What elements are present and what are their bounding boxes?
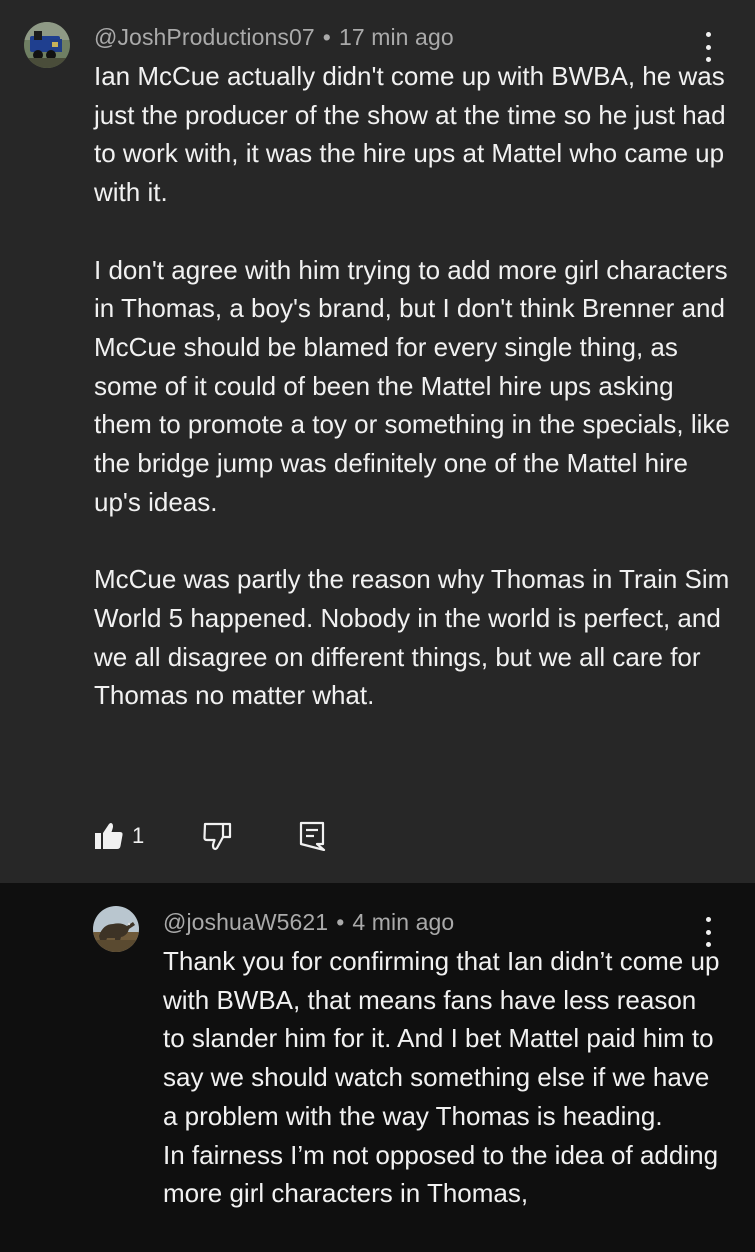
comment-timestamp: 17 min ago bbox=[338, 24, 454, 50]
avatar-image bbox=[93, 906, 139, 952]
thumbs-up-icon bbox=[95, 823, 123, 849]
thumbs-down-icon bbox=[203, 822, 232, 851]
dinosaur-avatar[interactable] bbox=[93, 906, 139, 952]
author-handle[interactable]: @JoshProductions07 bbox=[94, 24, 315, 50]
comments-page: @JoshProductions07 • 17 min ago Ian McCue … bbox=[0, 0, 755, 1252]
menu-dot bbox=[705, 44, 711, 50]
comment-action-bar: 1 bbox=[94, 818, 326, 854]
separator-dot: • bbox=[322, 24, 331, 50]
menu-dot bbox=[705, 929, 711, 935]
comment-timestamp: 4 min ago bbox=[352, 909, 455, 935]
like-count: 1 bbox=[132, 823, 145, 848]
author-handle[interactable]: @joshuaW5621 bbox=[163, 909, 328, 935]
comment-text: Ian McCue actually didn't come up with B… bbox=[94, 61, 730, 711]
dislike-button[interactable] bbox=[144, 821, 232, 851]
reply-button[interactable] bbox=[232, 821, 326, 851]
comment-header: @JoshProductions07 • 17 min ago bbox=[94, 24, 454, 51]
train-engine-avatar[interactable] bbox=[24, 22, 70, 68]
comment-text: Thank you for confirming that Ian didn’t… bbox=[163, 946, 720, 1209]
avatar-image bbox=[24, 22, 70, 68]
separator-dot: • bbox=[336, 909, 345, 935]
comment-header: @joshuaW5621 • 4 min ago bbox=[163, 909, 454, 936]
reply-comment-icon bbox=[300, 821, 326, 851]
highlighted-comment: @JoshProductions07 • 17 min ago Ian McCue … bbox=[0, 0, 755, 883]
menu-dot bbox=[705, 917, 711, 922]
like-button[interactable]: 1 bbox=[94, 821, 144, 851]
menu-dot bbox=[705, 32, 711, 37]
